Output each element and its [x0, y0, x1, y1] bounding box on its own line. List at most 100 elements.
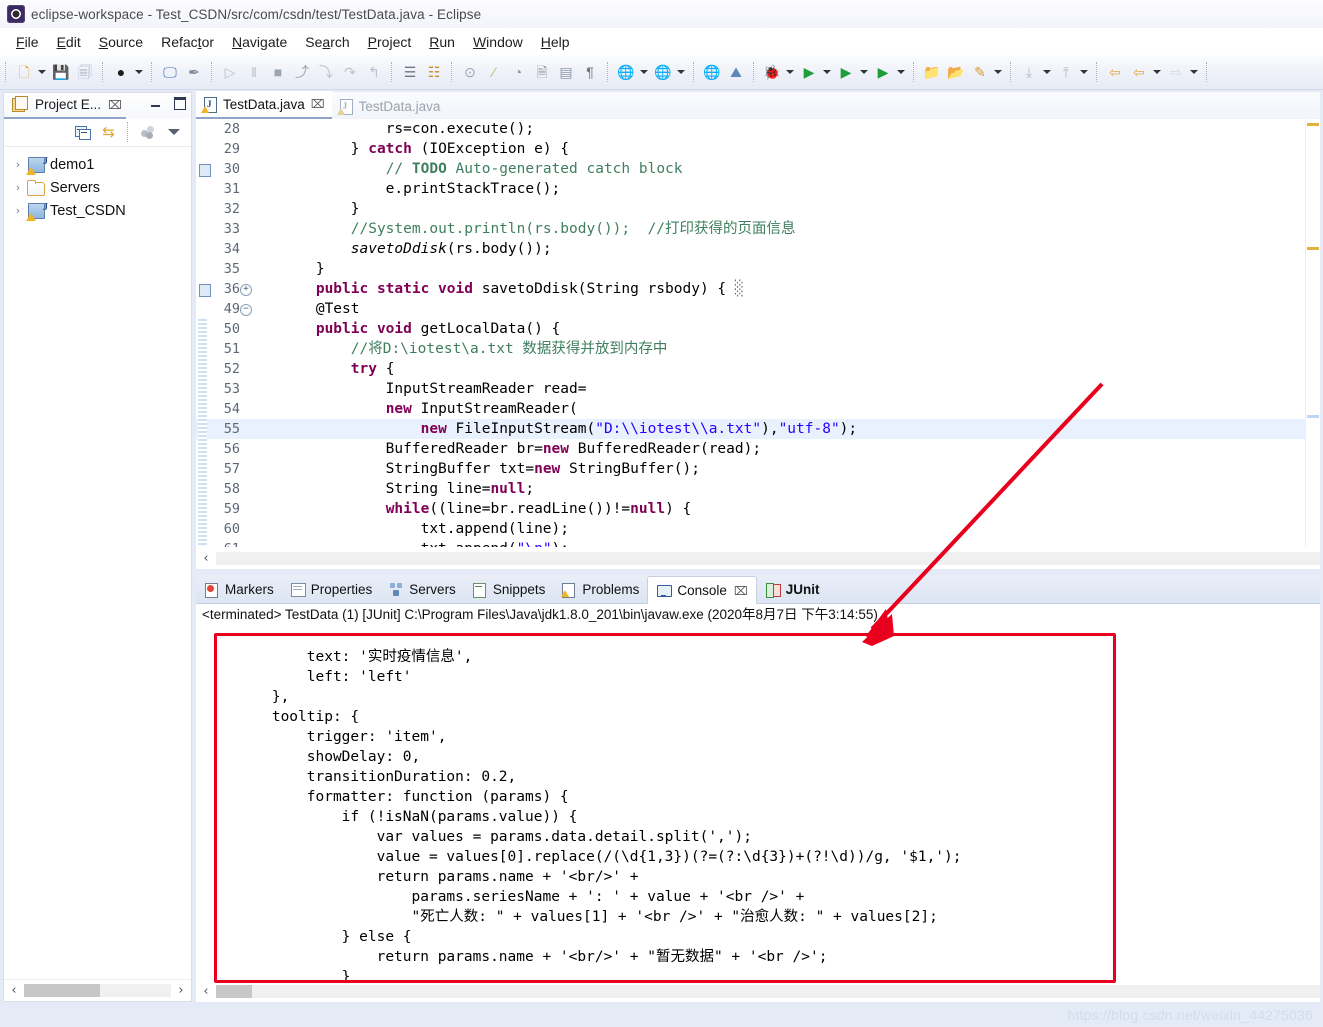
project-explorer-hscrollbar[interactable]: ‹ ›: [4, 979, 191, 1001]
step-into-button[interactable]: ⤵: [315, 61, 337, 83]
chevron-down-icon[interactable]: [992, 61, 1003, 83]
chevron-down-icon[interactable]: [36, 61, 47, 83]
paragraph-mark-button[interactable]: ¶: [579, 61, 601, 83]
code-line[interactable]: 55 new FileInputStream("D:\\iotest\\a.tx…: [196, 419, 1320, 439]
fold-collapse-icon[interactable]: −: [240, 304, 252, 316]
scroll-right-icon[interactable]: ›: [171, 983, 191, 998]
web-preview-button[interactable]: 🌐: [701, 61, 723, 83]
previous-annotation-button[interactable]: ☷: [423, 61, 445, 83]
menu-project[interactable]: Project: [359, 32, 421, 52]
open-web-browser-button[interactable]: 🌐: [615, 61, 637, 83]
bottom-tab-properties[interactable]: Properties: [282, 576, 381, 603]
new-annotation-button[interactable]: ✎: [969, 61, 991, 83]
menu-window[interactable]: Window: [464, 32, 532, 52]
editor-hscrollbar[interactable]: ‹: [196, 548, 1320, 569]
next-annotation-button[interactable]: ☰: [399, 61, 421, 83]
scroll-track[interactable]: [216, 552, 1320, 565]
tab-project-explorer[interactable]: Project E... ⌧: [4, 92, 126, 119]
code-line[interactable]: 58 String line=null;: [196, 479, 1320, 499]
code-line[interactable]: 49− @Test: [196, 299, 1320, 319]
close-icon[interactable]: ⌧: [734, 585, 748, 597]
debug-button[interactable]: 🐞: [761, 61, 783, 83]
code-line[interactable]: 60 txt.append(line);: [196, 519, 1320, 539]
next-edit-button[interactable]: ⤒: [1055, 61, 1077, 83]
toggle-watchpoint-button[interactable]: ◔: [507, 61, 529, 83]
editor-tab-1[interactable]: TestData.java ⌧: [196, 91, 332, 119]
code-line[interactable]: 29 } catch (IOException e) {: [196, 139, 1320, 159]
bottom-tab-console[interactable]: Console ⌧: [647, 576, 757, 604]
chevron-down-icon[interactable]: [821, 61, 832, 83]
chevron-down-icon[interactable]: [638, 61, 649, 83]
chevron-right-icon[interactable]: ›: [10, 158, 26, 171]
new-java-console-button[interactable]: 🖵: [159, 61, 181, 83]
scroll-track[interactable]: [24, 984, 171, 997]
code-line[interactable]: 53 InputStreamReader read=: [196, 379, 1320, 399]
toggle-mark-occurrences-button[interactable]: ✒: [183, 61, 205, 83]
chevron-down-icon[interactable]: [1041, 61, 1052, 83]
menu-edit[interactable]: Edit: [48, 32, 90, 52]
code-line[interactable]: 36 + public static void savetoDdisk(Strin…: [196, 279, 1320, 299]
chevron-down-icon[interactable]: [895, 61, 906, 83]
bottom-tab-snippets[interactable]: Snippets: [464, 576, 554, 603]
deploy-button[interactable]: ⛰: [725, 61, 747, 83]
code-line[interactable]: 51 //将D:\iotest\a.txt 数据获得并放到内存中: [196, 339, 1320, 359]
run-as-server-button[interactable]: ▶: [835, 61, 857, 83]
tree-item-servers[interactable]: › Servers: [4, 176, 191, 199]
open-resource-button[interactable]: 📂: [945, 61, 967, 83]
menu-search[interactable]: Search: [296, 32, 358, 52]
menu-file[interactable]: File: [7, 32, 48, 52]
save-all-button[interactable]: 🗐: [74, 61, 96, 83]
chevron-down-icon[interactable]: [675, 61, 686, 83]
code-line[interactable]: 31 e.printStackTrace();: [196, 179, 1320, 199]
chevron-down-icon[interactable]: [858, 61, 869, 83]
bottom-tab-servers[interactable]: Servers: [380, 576, 464, 603]
skip-all-breakpoints-button[interactable]: ∕: [483, 61, 505, 83]
close-icon[interactable]: ⌧: [311, 98, 325, 110]
chevron-down-icon[interactable]: [1188, 61, 1199, 83]
debug-suspend-button[interactable]: ‖: [243, 61, 265, 83]
code-line[interactable]: 33 //System.out.println(rs.body()); //打印…: [196, 219, 1320, 239]
step-return-button[interactable]: ↰: [363, 61, 385, 83]
focus-task-icon[interactable]: [138, 123, 157, 142]
code-line[interactable]: 28 rs=con.execute();: [196, 119, 1320, 139]
code-line[interactable]: 59 while((line=br.readLine())!=null) {: [196, 499, 1320, 519]
chevron-right-icon[interactable]: ›: [10, 204, 26, 217]
chevron-down-icon[interactable]: [133, 61, 144, 83]
maximize-view-button[interactable]: [172, 96, 187, 111]
run-coverage-button[interactable]: ▶: [872, 61, 894, 83]
editor-tab-2[interactable]: TestData.java: [332, 93, 448, 119]
minimize-view-button[interactable]: [148, 96, 163, 111]
new-dynamic-web-project-button[interactable]: 🌐: [652, 61, 674, 83]
chevron-down-icon[interactable]: [1078, 61, 1089, 83]
show-whitespace-button[interactable]: ▤: [555, 61, 577, 83]
chevron-right-icon[interactable]: ›: [10, 181, 26, 194]
debug-terminate-button[interactable]: ■: [267, 61, 289, 83]
bottom-tab-markers[interactable]: Markers: [196, 576, 282, 603]
menu-navigate[interactable]: Navigate: [223, 32, 296, 52]
menu-source[interactable]: Source: [90, 32, 152, 52]
bottom-tab-junit[interactable]: JUnit: [757, 576, 828, 603]
menu-run[interactable]: Run: [420, 32, 464, 52]
debug-resume-button[interactable]: ▷: [219, 61, 241, 83]
view-menu-icon[interactable]: [164, 123, 183, 142]
code-line[interactable]: 52 try {: [196, 359, 1320, 379]
tree-item-test_csdn[interactable]: › Test_CSDN: [4, 199, 191, 222]
open-type-button[interactable]: ●: [110, 61, 132, 83]
run-button[interactable]: ▶: [798, 61, 820, 83]
scroll-track[interactable]: [216, 985, 1320, 998]
scroll-left-icon[interactable]: ‹: [196, 984, 216, 999]
step-over-button[interactable]: ↷: [339, 61, 361, 83]
overview-ruler[interactable]: [1305, 119, 1320, 547]
chevron-down-icon[interactable]: [1151, 61, 1162, 83]
code-line[interactable]: 34 savetoDdisk(rs.body());: [196, 239, 1320, 259]
open-task-button[interactable]: 🗎: [531, 61, 553, 83]
save-button[interactable]: 💾: [50, 61, 72, 83]
menu-refactor[interactable]: Refactor: [152, 32, 223, 52]
code-line[interactable]: 56 BufferedReader br=new BufferedReader(…: [196, 439, 1320, 459]
collapse-all-icon[interactable]: [73, 123, 92, 142]
code-line[interactable]: 54 new InputStreamReader(: [196, 399, 1320, 419]
code-area[interactable]: 28 rs=con.execute(); 29 } catch (IOExcept…: [196, 119, 1320, 547]
console-hscrollbar[interactable]: ‹: [196, 981, 1320, 1002]
previous-edit-button[interactable]: ⤓: [1018, 61, 1040, 83]
chevron-down-icon[interactable]: [784, 61, 795, 83]
